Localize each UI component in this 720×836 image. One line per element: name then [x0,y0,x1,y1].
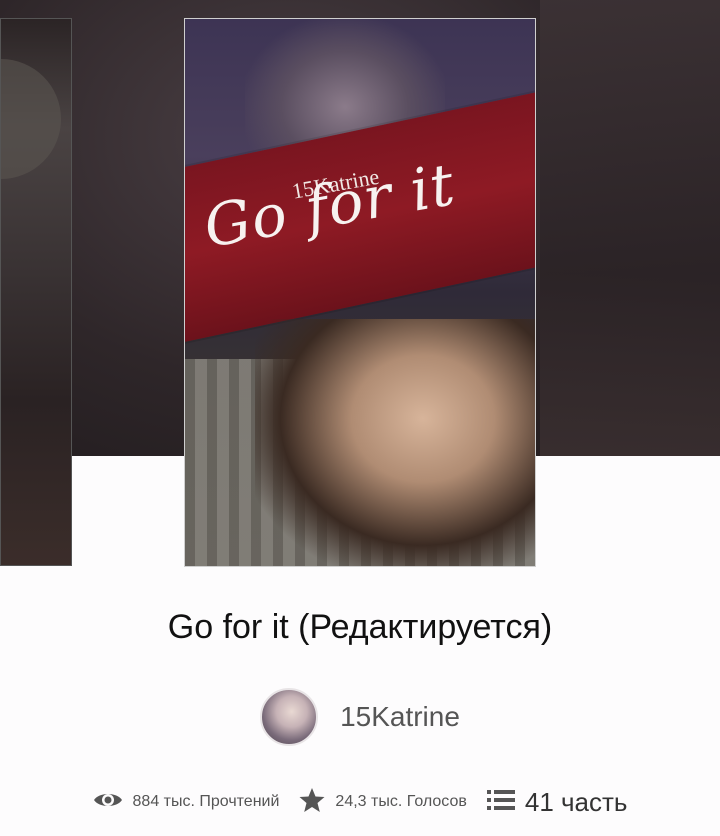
previous-story-cover[interactable] [0,18,72,566]
story-cover[interactable]: 15Katrine Go for it [184,18,536,567]
votes-count: 24,3 тыс. Голосов [335,793,467,810]
story-title: Go for it (Редактируется) [167,608,553,646]
star-icon [299,787,325,818]
story-stats: 884 тыс. Прочтений 24,3 тыс. Голосов 41 … [0,780,720,824]
cover-woman-image [255,319,535,566]
reads-stat: 884 тыс. Прочтений [93,790,280,815]
author-row[interactable]: 15Katrine [0,686,720,748]
list-icon [486,788,515,817]
author-name[interactable]: 15Katrine [340,701,460,733]
reads-count: 884 тыс. Прочтений [132,793,280,810]
votes-stat: 24,3 тыс. Голосов [299,787,467,818]
eye-icon [93,790,123,815]
parts-count[interactable]: 41 часть [525,787,628,818]
parts-stat[interactable]: 41 часть [486,787,628,818]
author-avatar[interactable] [260,688,319,746]
